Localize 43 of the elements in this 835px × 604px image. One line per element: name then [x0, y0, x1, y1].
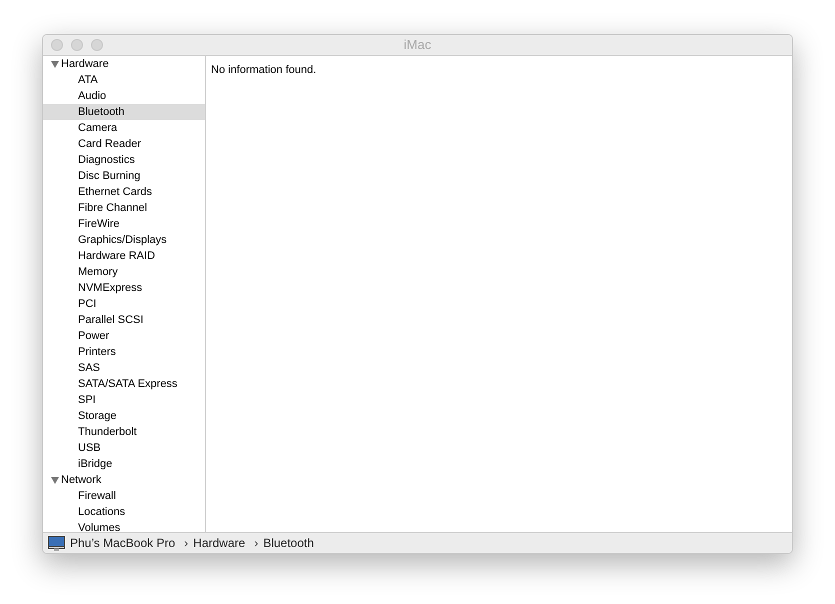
path-separator: › — [184, 535, 188, 552]
path-item[interactable]: Phu’s MacBook Pro — [70, 534, 176, 552]
sidebar-item[interactable]: Volumes — [43, 520, 205, 532]
close-button[interactable] — [51, 39, 63, 51]
sidebar-item[interactable]: SAS — [43, 360, 205, 376]
path-item[interactable]: Bluetooth — [263, 534, 314, 552]
minimize-button[interactable] — [71, 39, 83, 51]
computer-icon — [48, 536, 65, 550]
sidebar-item[interactable]: Memory — [43, 264, 205, 280]
sidebar-item[interactable]: Thunderbolt — [43, 424, 205, 440]
sidebar-item[interactable]: ATA — [43, 72, 205, 88]
sidebar-item[interactable]: NVMExpress — [43, 280, 205, 296]
sidebar-item[interactable]: Power — [43, 328, 205, 344]
sidebar-item[interactable]: Hardware RAID — [43, 248, 205, 264]
sidebar-item[interactable]: Hardware — [43, 56, 205, 72]
sidebar-item[interactable]: iBridge — [43, 456, 205, 472]
sidebar-item[interactable]: Bluetooth — [43, 104, 205, 120]
sidebar-item[interactable]: Network — [43, 472, 205, 488]
sidebar-item[interactable]: Graphics/Displays — [43, 232, 205, 248]
expanded-triangle-icon[interactable] — [51, 476, 59, 484]
window-title: iMac — [404, 36, 432, 54]
sidebar-item[interactable]: USB — [43, 440, 205, 456]
sidebar-item[interactable]: Diagnostics — [43, 152, 205, 168]
sidebar-item[interactable]: Disc Burning — [43, 168, 205, 184]
sidebar-item[interactable]: Ethernet Cards — [43, 184, 205, 200]
sidebar-item[interactable]: Parallel SCSI — [43, 312, 205, 328]
sidebar-item[interactable]: Camera — [43, 120, 205, 136]
expanded-triangle-icon[interactable] — [51, 60, 59, 68]
sidebar-item[interactable]: Audio — [43, 88, 205, 104]
path-item[interactable]: Hardware — [193, 534, 246, 552]
sidebar-item[interactable]: Fibre Channel — [43, 200, 205, 216]
path-separator: › — [254, 535, 258, 552]
sidebar-item[interactable]: Card Reader — [43, 136, 205, 152]
sidebar-item[interactable]: Storage — [43, 408, 205, 424]
sidebar-item[interactable]: Printers — [43, 344, 205, 360]
sidebar-item[interactable]: FireWire — [43, 216, 205, 232]
message: No information found. — [211, 64, 316, 76]
sidebar-item[interactable]: SATA/SATA Express — [43, 376, 205, 392]
zoom-button[interactable] — [91, 39, 103, 51]
sidebar-item[interactable]: Locations — [43, 504, 205, 520]
sidebar-item[interactable]: PCI — [43, 296, 205, 312]
sidebar-item[interactable]: Firewall — [43, 488, 205, 504]
sidebar-item[interactable]: SPI — [43, 392, 205, 408]
